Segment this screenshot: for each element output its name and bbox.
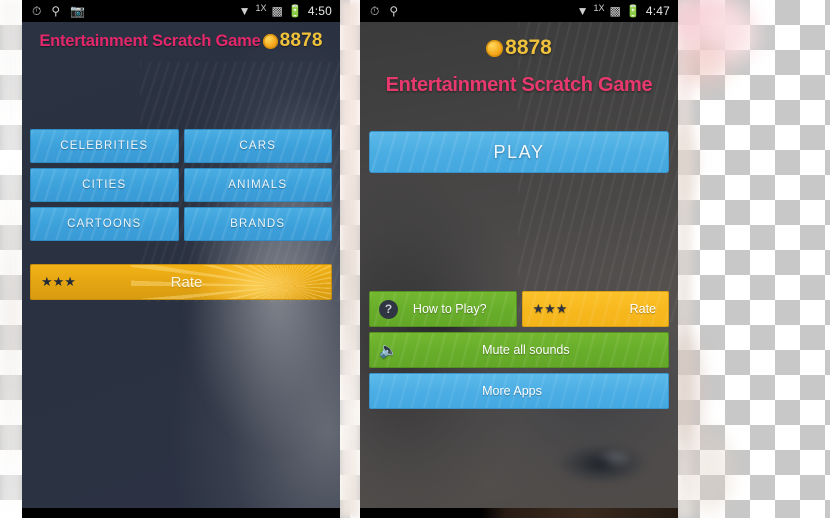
coin-count-label: 8878 — [505, 36, 552, 59]
category-label: ANIMALS — [228, 179, 288, 191]
coin-counter: 8878 — [360, 22, 678, 60]
category-label: BRANDS — [230, 218, 286, 230]
screen-content-right: 8878 Entertainment Scratch Game PLAY ? H… — [360, 22, 678, 518]
page-title: Entertainment Scratch Game — [385, 74, 653, 96]
rate-button-left[interactable]: ★★★ Rate — [30, 264, 332, 300]
pin-icon: ⚲ — [51, 4, 61, 18]
play-button-label: PLAY — [493, 141, 545, 162]
rate-button-label: Rate — [629, 302, 656, 316]
category-label: CITIES — [82, 179, 127, 191]
speaker-icon: 🔈 — [379, 341, 398, 359]
network-type-label: 1X — [255, 3, 267, 13]
battery-icon: 🔋 — [625, 4, 641, 18]
battery-icon: 🔋 — [287, 4, 303, 18]
background-photo-strip-right — [676, 0, 692, 518]
background-blotch — [700, 6, 758, 64]
status-bar-right: ⏱ ⚲ ▼ 1X ▩ 🔋 4:47 — [360, 0, 678, 22]
status-bar-left: ⏱ ⚲ 📷 ▼ 1X ▩ 🔋 4:50 — [22, 0, 340, 22]
status-bar-right-icons: ▼ 1X ▩ 🔋 4:50 — [238, 3, 340, 18]
screen-content-left: Entertainment Scratch Game 8878 CELEBRIT… — [22, 22, 340, 518]
background-blotch — [672, 0, 742, 50]
category-label: CELEBRITIES — [60, 140, 149, 152]
pin-icon: ⚲ — [389, 4, 399, 18]
bottom-black-bar — [22, 508, 340, 518]
category-button-cartoons[interactable]: CARTOONS — [30, 207, 179, 241]
play-button[interactable]: PLAY — [369, 131, 669, 173]
camera-icon: 📷 — [70, 4, 86, 18]
category-label: CARTOONS — [67, 218, 142, 230]
category-button-cities[interactable]: CITIES — [30, 168, 179, 202]
phone-screenshot-right: ⏱ ⚲ ▼ 1X ▩ 🔋 4:47 8878 Entertainment Scr… — [360, 0, 678, 518]
signal-icon: ▩ — [609, 4, 621, 18]
background-photo-strip-left — [0, 0, 22, 518]
menu-row-top: ? How to Play? ★★★ Rate — [369, 291, 669, 327]
background-blotch — [686, 430, 732, 514]
status-bar-left-icons: ⏱ ⚲ 📷 — [22, 5, 85, 17]
wifi-icon: ▼ — [576, 4, 589, 18]
phone-screenshot-left: ⏱ ⚲ 📷 ▼ 1X ▩ 🔋 4:50 Entertainment Scratc… — [22, 0, 340, 518]
network-type-label: 1X — [593, 3, 605, 13]
alarm-clock-icon: ⏱ — [370, 4, 380, 18]
app-screen-right: 8878 Entertainment Scratch Game PLAY ? H… — [360, 22, 678, 518]
mute-all-sounds-button[interactable]: 🔈 Mute all sounds — [369, 332, 669, 368]
background-blotch — [676, 40, 728, 86]
category-grid: CELEBRITIES CARS CITIES ANIMALS CARTOONS… — [30, 129, 332, 241]
screenshot-stage: ⏱ ⚲ 📷 ▼ 1X ▩ 🔋 4:50 Entertainment Scratc… — [0, 0, 830, 518]
how-to-play-label: How to Play? — [412, 302, 487, 316]
rate-button-label: Rate — [170, 273, 203, 291]
rate-button-right[interactable]: ★★★ Rate — [521, 291, 669, 327]
app-screen-left: Entertainment Scratch Game 8878 CELEBRIT… — [22, 22, 340, 518]
category-button-brands[interactable]: BRANDS — [183, 207, 332, 241]
bottom-black-bar — [360, 508, 678, 518]
page-title: Entertainment Scratch Game — [39, 31, 261, 50]
status-bar-right-icons: ▼ 1X ▩ 🔋 4:47 — [576, 3, 678, 18]
rating-stars-icon: ★★★ — [532, 301, 568, 316]
alarm-clock-icon: ⏱ — [32, 4, 42, 18]
app-header-left: Entertainment Scratch Game 8878 — [22, 22, 340, 52]
coin-count-label: 8878 — [279, 30, 323, 51]
coin-icon — [262, 33, 278, 49]
clock-label: 4:47 — [645, 4, 670, 18]
mute-label: Mute all sounds — [482, 343, 570, 357]
category-button-cars[interactable]: CARS — [183, 129, 332, 163]
background-photo-strip-middle — [340, 0, 360, 518]
status-bar-left-icons: ⏱ ⚲ — [360, 5, 398, 17]
category-button-animals[interactable]: ANIMALS — [183, 168, 332, 202]
signal-icon: ▩ — [271, 4, 283, 18]
more-apps-label: More Apps — [482, 384, 542, 398]
category-button-celebrities[interactable]: CELEBRITIES — [30, 129, 179, 163]
question-mark-icon: ? — [370, 299, 398, 319]
coin-icon — [486, 39, 504, 57]
menu-buttons: ? How to Play? ★★★ Rate 🔈 Mute all sound… — [369, 291, 669, 409]
more-apps-button[interactable]: More Apps — [369, 373, 669, 409]
clock-label: 4:50 — [307, 4, 332, 18]
category-label: CARS — [239, 140, 277, 152]
rating-stars-icon: ★★★ — [41, 274, 76, 289]
how-to-play-button[interactable]: ? How to Play? — [369, 291, 517, 327]
wifi-icon: ▼ — [238, 4, 251, 18]
